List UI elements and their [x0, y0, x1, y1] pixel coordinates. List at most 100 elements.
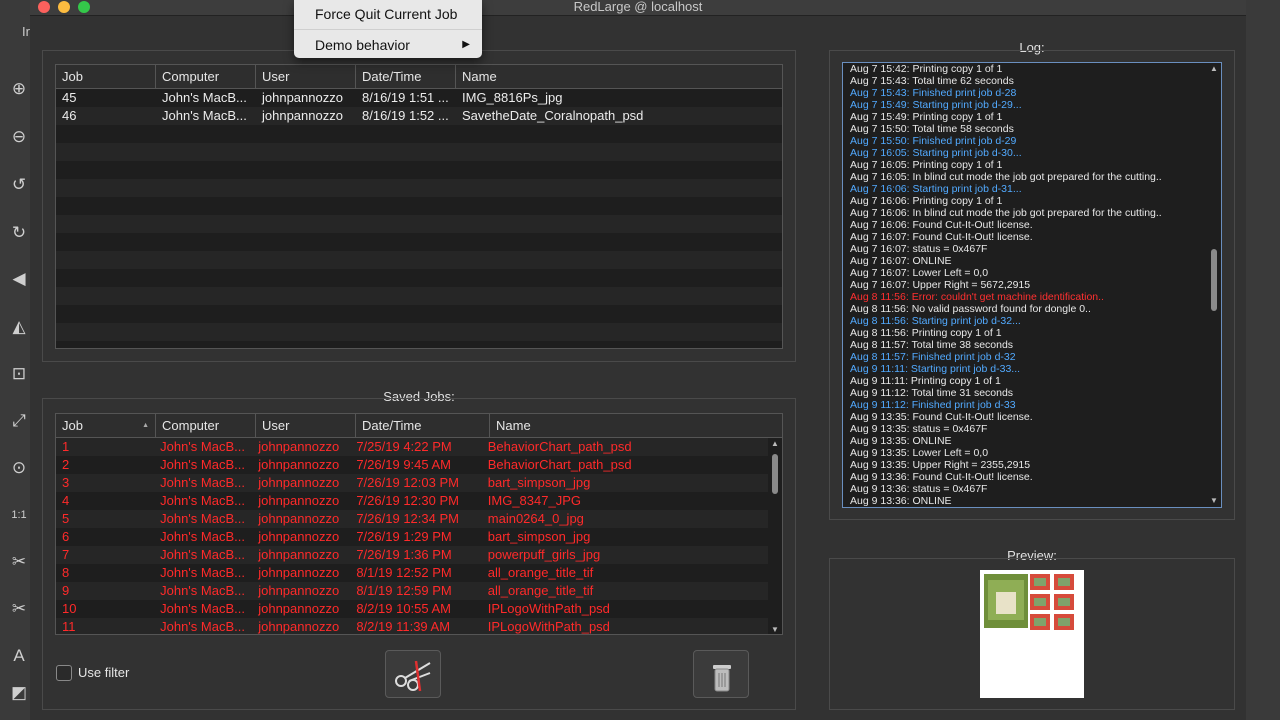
target-icon[interactable]: ⊙ [8, 457, 30, 479]
menu-item-force-quit[interactable]: Force Quit Current Job [294, 3, 482, 25]
rotate-right-icon[interactable]: ↻ [8, 222, 30, 244]
log-line: Aug 7 16:05: Starting print job d-30... [850, 147, 1022, 159]
use-filter-checkbox[interactable] [56, 665, 72, 681]
rotate-left-icon[interactable]: ↺ [8, 174, 30, 196]
name-cell: BehaviorChart_path_psd [487, 439, 632, 454]
table-row[interactable]: 10 John's MacB... johnpannozzo 8/2/19 10:55… [56, 600, 770, 618]
zoom-out-icon[interactable]: ⊖ [8, 126, 30, 148]
job-cell: 1 [62, 439, 70, 454]
empty-row [56, 305, 782, 323]
computer-cell: John's MacB... [160, 619, 245, 634]
saved-jobs-scrollbar[interactable]: ▲ ▼ [768, 438, 782, 634]
log-line: Aug 7 15:42: Printing copy 1 of 1 [850, 63, 1003, 75]
user-cell: johnpannozzo [262, 108, 343, 123]
table-row[interactable]: 3 John's MacB... johnpannozzo 7/26/19 12:03… [56, 474, 770, 492]
log-line: Aug 9 11:11: Starting print job d-33... [850, 363, 1021, 375]
computer-cell: John's MacB... [162, 108, 247, 123]
log-line: Aug 9 13:36: Found Cut-It-Out! license. [850, 471, 1033, 483]
zoom-in-icon[interactable]: ⊕ [8, 78, 30, 100]
delete-button[interactable] [693, 650, 749, 698]
datetime-cell: 7/25/19 4:22 PM [356, 439, 452, 454]
datetime-cell: 7/26/19 12:34 PM [356, 511, 459, 526]
scroll-down-icon[interactable]: ▼ [1207, 495, 1221, 507]
column-header-datetime[interactable]: Date/Time [356, 414, 490, 438]
saved-jobs-table[interactable]: Job ▲ Computer User Date/Time Name 1 John'… [55, 413, 783, 635]
table-row[interactable]: 8 John's MacB... johnpannozzo 8/1/19 12:52 … [56, 564, 770, 582]
table-row[interactable]: 2 John's MacB... johnpannozzo 7/26/19 9:45 … [56, 456, 770, 474]
table-row[interactable]: 11 John's MacB... johnpannozzo 8/2/19 11:39… [56, 618, 770, 634]
log-line: Aug 9 13:36: ONLINE [850, 495, 952, 507]
actual-size-icon[interactable]: 1:1 [8, 504, 30, 526]
computer-cell: John's MacB... [160, 565, 245, 580]
scroll-up-icon[interactable]: ▲ [1207, 63, 1221, 75]
job-cell: 7 [62, 547, 70, 562]
job-cell: 2 [62, 457, 70, 472]
user-cell: johnpannozzo [258, 619, 340, 634]
column-header-job[interactable]: Job ▲ [56, 414, 156, 438]
expand-icon[interactable]: ⤢ [8, 410, 30, 432]
name-cell: IMG_8816Ps_jpg [462, 90, 563, 105]
cut-icon[interactable]: ✂ [8, 551, 30, 573]
cut-selected-icon[interactable]: ✂ [8, 598, 30, 620]
name-cell: main0264_0_jpg [487, 511, 584, 526]
user-cell: johnpannozzo [258, 439, 340, 454]
scroll-thumb[interactable] [1211, 249, 1217, 311]
cut-button[interactable] [385, 650, 441, 698]
datetime-cell: 8/1/19 12:52 PM [356, 565, 452, 580]
log-line: Aug 9 13:35: Found Cut-It-Out! license. [850, 411, 1033, 423]
table-row[interactable]: 4 John's MacB... johnpannozzo 7/26/19 12:30… [56, 492, 770, 510]
job-cell: 3 [62, 475, 70, 490]
use-filter-label[interactable]: Use filter [78, 665, 129, 680]
job-cell: 10 [62, 601, 77, 616]
empty-row [56, 125, 782, 143]
log-line: Aug 7 15:50: Total time 58 seconds [850, 123, 1014, 135]
table-row[interactable]: 7 John's MacB... johnpannozzo 7/26/19 1:36 … [56, 546, 770, 564]
column-header-computer[interactable]: Computer [156, 414, 256, 438]
table-row[interactable]: 5 John's MacB... johnpannozzo 7/26/19 12:34… [56, 510, 770, 528]
table-row[interactable]: 45 John's MacB... johnpannozzo 8/16/19 1… [56, 89, 782, 107]
submenu-arrow-icon: ▶ [462, 39, 470, 50]
fit-selection-icon[interactable]: ⊡ [8, 363, 30, 385]
layers-icon[interactable]: ◩ [8, 682, 30, 704]
scroll-thumb[interactable] [772, 454, 778, 494]
scroll-up-icon[interactable]: ▲ [768, 438, 782, 450]
name-cell: bart_simpson_jpg [487, 529, 591, 544]
column-header-user[interactable]: User [256, 65, 356, 89]
empty-row [56, 197, 782, 215]
column-header-name[interactable]: Name [456, 65, 782, 89]
log-line: Aug 7 16:05: Printing copy 1 of 1 [850, 159, 1003, 171]
job-cell: 9 [62, 583, 70, 598]
trash-icon [713, 665, 731, 692]
log-line: Aug 7 15:49: Printing copy 1 of 1 [850, 111, 1003, 123]
window-title: RedLarge @ localhost [573, 0, 703, 14]
log-line: Aug 7 16:05: In blind cut mode the job g… [850, 171, 1162, 183]
computer-cell: John's MacB... [160, 439, 245, 454]
column-header-datetime[interactable]: Date/Time [356, 65, 456, 89]
log-view[interactable]: Aug 7 15:42: Printing copy 1 of 1 Aug 7 1… [842, 62, 1222, 508]
table-row[interactable]: 9 John's MacB... johnpannozzo 8/1/19 12:59 … [56, 582, 770, 600]
log-line: Aug 7 16:06: Found Cut-It-Out! license. [850, 219, 1033, 231]
table-row[interactable]: 1 John's MacB... johnpannozzo 7/25/19 4:22 … [56, 438, 770, 456]
column-header-computer[interactable]: Computer [156, 65, 256, 89]
menu-item-demo-behavior[interactable]: Demo behavior ▶ [294, 34, 482, 56]
column-header-name[interactable]: Name [490, 414, 782, 438]
scroll-down-icon[interactable]: ▼ [768, 624, 782, 634]
datetime-cell: 7/26/19 1:29 PM [356, 529, 452, 544]
mirror-icon[interactable]: ◭ [8, 316, 30, 338]
table-row[interactable]: 6 John's MacB... johnpannozzo 7/26/19 1:29 … [56, 528, 770, 546]
datetime-cell: 7/26/19 12:03 PM [356, 475, 459, 490]
log-scrollbar[interactable]: ▲ ▼ [1207, 63, 1221, 507]
queue-table[interactable]: Job Computer User Date/Time Name 45 John… [55, 64, 783, 349]
log-line: Aug 7 16:07: Upper Right = 5672,2915 [850, 279, 1031, 291]
column-header-user[interactable]: User [256, 414, 356, 438]
user-cell: johnpannozzo [258, 529, 340, 544]
table-row[interactable]: 46 John's MacB... johnpannozzo 8/16/19 1… [56, 107, 782, 125]
queue-table-header: Job Computer User Date/Time Name [56, 65, 782, 89]
flip-horizontal-icon[interactable]: ◀ [8, 268, 30, 290]
text-icon[interactable]: A [8, 645, 30, 667]
user-cell: johnpannozzo [258, 457, 340, 472]
log-line: Aug 7 16:07: status = 0x467F [850, 243, 988, 255]
column-header-job[interactable]: Job [56, 65, 156, 89]
name-cell: IPLogoWithPath_psd [487, 601, 610, 616]
user-cell: johnpannozzo [258, 493, 340, 508]
